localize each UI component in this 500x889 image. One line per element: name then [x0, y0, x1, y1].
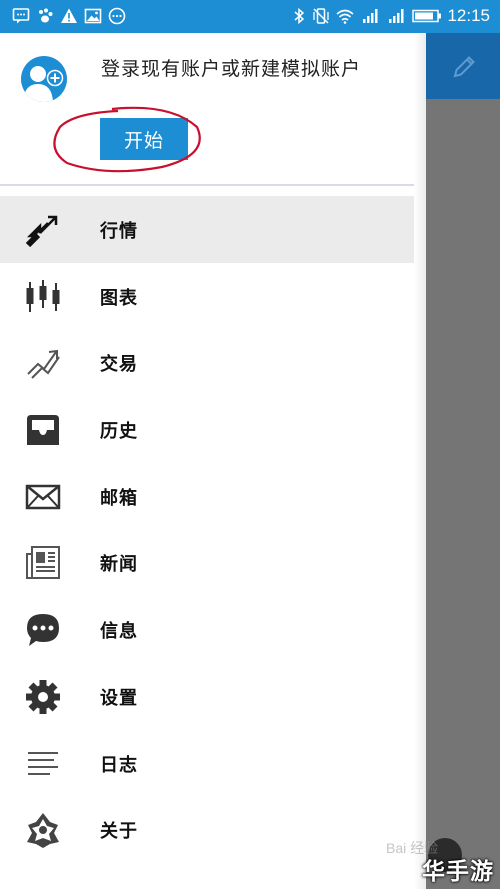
drawer-menu: 行情 图表 交易 历史 邮箱 新闻 信息 设置 日志 关于: [0, 196, 426, 863]
menu-label-about: 关于: [100, 821, 138, 843]
pencil-icon[interactable]: [450, 53, 478, 81]
trend-up-icon: [24, 344, 62, 382]
header-divider: [0, 184, 414, 186]
login-prompt: 登录现有账户或新建模拟账户: [101, 58, 362, 80]
wifi-icon: [336, 7, 354, 25]
menu-item-settings[interactable]: 设置: [0, 663, 426, 730]
image-icon: [84, 7, 102, 25]
signal-icon: [362, 7, 380, 25]
candlestick-icon: [24, 278, 62, 316]
drawer-shadow-edge: [414, 33, 426, 889]
menu-label-chart: 图表: [100, 287, 138, 309]
menu-item-about[interactable]: 关于: [0, 796, 426, 863]
chat-bubble-icon: [12, 7, 30, 25]
envelope-icon: [24, 478, 62, 516]
newspaper-icon: [24, 544, 62, 582]
menu-item-news[interactable]: 新闻: [0, 529, 426, 596]
menu-label-news: 新闻: [100, 554, 138, 576]
corner-brand-logo: 华手游: [422, 859, 494, 885]
menu-item-mailbox[interactable]: 邮箱: [0, 463, 426, 530]
menu-item-journal[interactable]: 日志: [0, 730, 426, 797]
status-time: 12:15: [447, 6, 490, 25]
signal-icon: [388, 7, 406, 25]
navigation-drawer: 登录现有账户或新建模拟账户 开始 行情 图表 交易 历史 邮箱 新闻 信息 设置…: [0, 33, 426, 889]
vibrate-icon: [312, 7, 330, 25]
menu-label-trade: 交易: [100, 354, 138, 376]
lines-icon: [24, 745, 62, 783]
menu-label-messages: 信息: [100, 621, 138, 643]
add-account-avatar-icon[interactable]: [21, 56, 67, 102]
menu-item-quotes[interactable]: 行情: [0, 196, 426, 263]
menu-label-settings: 设置: [100, 687, 138, 709]
drawer-header: 登录现有账户或新建模拟账户 开始: [0, 33, 426, 185]
more-circle-icon: [108, 7, 126, 25]
battery-icon: [412, 7, 442, 25]
chat-dots-icon: [24, 611, 62, 649]
inbox-tray-icon: [24, 411, 62, 449]
menu-item-chart[interactable]: 图表: [0, 263, 426, 330]
bluetooth-icon: [290, 7, 308, 25]
menu-item-messages[interactable]: 信息: [0, 596, 426, 663]
menu-label-quotes: 行情: [100, 221, 138, 242]
start-button[interactable]: 开始: [100, 118, 188, 160]
background-content-scrim[interactable]: [426, 99, 500, 889]
menu-label-mailbox: 邮箱: [100, 487, 138, 509]
arrows-diagonal-icon: [24, 211, 62, 249]
about-logo-icon: [24, 811, 62, 849]
warning-icon: [60, 7, 78, 25]
gear-icon: [24, 678, 62, 716]
status-bar: 12:15: [0, 0, 500, 33]
paw-icon: [36, 7, 54, 25]
menu-label-history: 历史: [100, 421, 138, 443]
menu-item-history[interactable]: 历史: [0, 396, 426, 463]
menu-item-trade[interactable]: 交易: [0, 329, 426, 396]
menu-label-journal: 日志: [100, 754, 138, 776]
